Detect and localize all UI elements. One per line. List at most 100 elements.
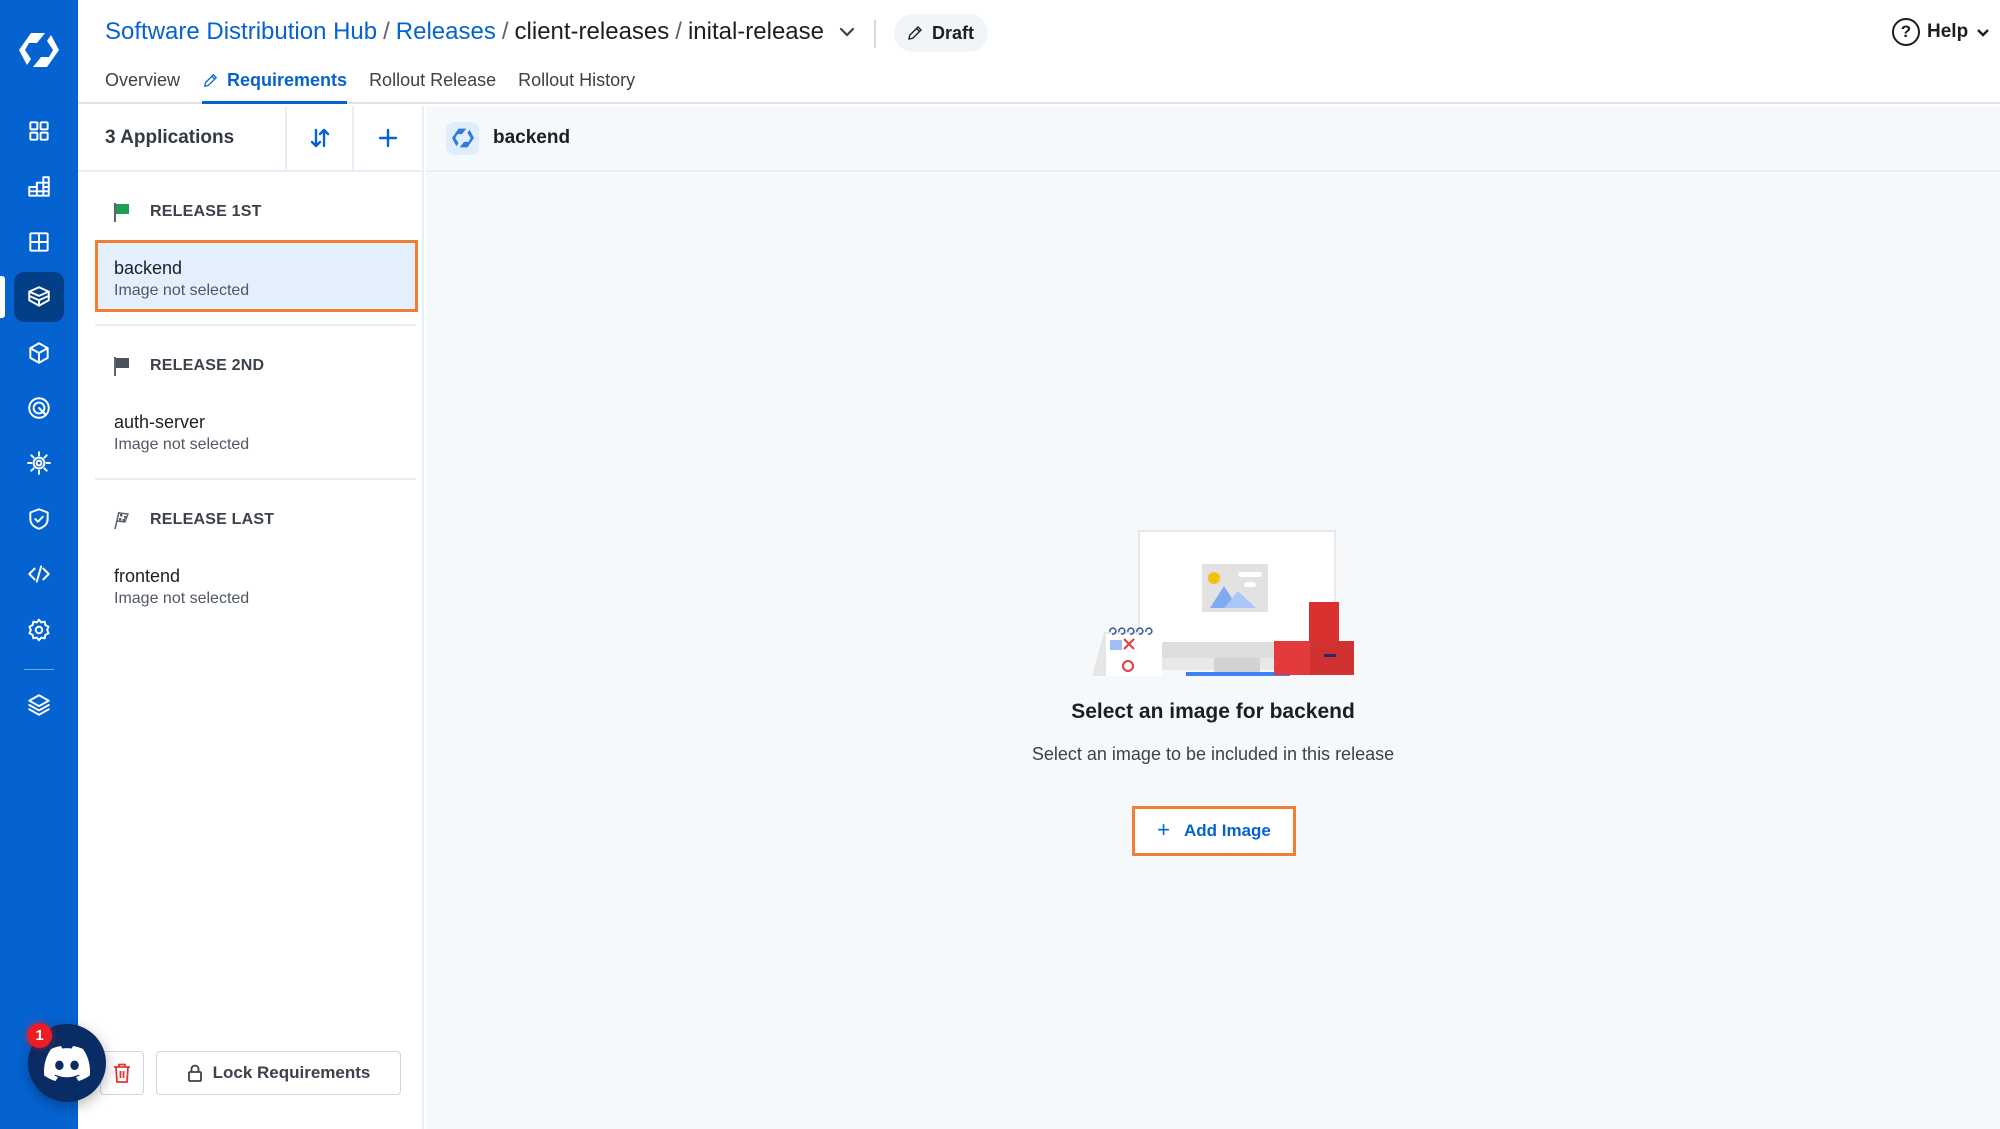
group-divider: [95, 478, 416, 480]
settings-cog-icon: [28, 618, 50, 642]
tab-overview[interactable]: Overview: [105, 64, 180, 104]
empty-state-illustration: [1092, 530, 1354, 676]
status-badge-label: Draft: [932, 22, 975, 43]
breadcrumb-separator: /: [501, 18, 509, 45]
active-nav-indicator: [0, 276, 5, 318]
page-header: Software Distribution Hub / Releases / c…: [78, 0, 2000, 104]
pencil-icon: [204, 73, 218, 87]
lock-icon: [187, 1064, 202, 1082]
header-divider: [874, 20, 876, 48]
group-header: RELEASE LAST: [78, 492, 422, 548]
checkered-flag-icon: [114, 511, 129, 530]
release-switcher-chevron-down-icon[interactable]: [838, 23, 856, 41]
main-content: backend Select an image for backend Sele…: [426, 106, 2000, 1129]
app-name: frontend: [114, 566, 181, 586]
bar-grid-icon: [28, 176, 50, 197]
sort-arrows-icon: [310, 128, 329, 148]
code-icon: [28, 565, 50, 583]
applications-count: 3 Applications: [78, 106, 287, 170]
tab-rollout-history-label: Rollout History: [518, 70, 636, 90]
sidebar-item-overview[interactable]: [14, 217, 64, 267]
tab-rollout-history[interactable]: Rollout History: [518, 64, 635, 104]
sidebar-divider: [24, 669, 54, 670]
help-circle-icon: ?: [1892, 18, 1920, 46]
layers-icon: [28, 694, 50, 716]
breadcrumb-software-distribution-hub[interactable]: Software Distribution Hub: [105, 18, 377, 46]
flag-green-icon: [114, 203, 129, 222]
tab-rollout-release-label: Rollout Release: [369, 70, 497, 90]
breadcrumb-client-releases: client-releases: [514, 18, 670, 45]
pencil-icon: [908, 26, 922, 40]
selected-app-header: backend: [426, 106, 2000, 172]
sidebar-item-targets[interactable]: [14, 383, 64, 433]
sun-gear-icon: [27, 451, 51, 475]
sort-button[interactable]: [287, 106, 355, 170]
release-group-last: RELEASE LAST frontend Image not selected: [78, 492, 422, 620]
discord-icon: [44, 1046, 90, 1081]
breadcrumb: Software Distribution Hub / Releases / c…: [105, 18, 856, 46]
sidebar-item-packages[interactable]: [14, 328, 64, 378]
empty-state-subtitle: Select an image to be included in this r…: [1031, 744, 1395, 764]
dashboard-grid-icon: [29, 121, 49, 141]
status-badge: Draft: [894, 14, 989, 52]
sidebar-nav: [0, 0, 78, 1129]
selected-app-title: backend: [493, 127, 571, 148]
breadcrumb-separator: /: [675, 18, 682, 45]
add-image-label: Add Image: [1183, 821, 1271, 840]
table-grid-icon: [29, 232, 49, 252]
app-logo-icon: [446, 121, 479, 155]
list-item-frontend[interactable]: frontend Image not selected: [95, 548, 418, 620]
sidebar-item-security[interactable]: [14, 494, 64, 544]
add-image-button[interactable]: + Add Image: [1132, 806, 1296, 856]
trash-icon: [114, 1063, 130, 1083]
group-header: RELEASE 2ND: [78, 338, 422, 394]
tab-requirements[interactable]: Requirements: [202, 64, 348, 104]
plus-icon: [379, 128, 398, 148]
tab-bar: Overview Requirements Rollout Release Ro…: [105, 64, 657, 104]
cube-icon: [29, 342, 49, 364]
sidebar-item-configuration[interactable]: [14, 605, 64, 655]
lock-requirements-button[interactable]: Lock Requirements: [156, 1051, 401, 1095]
sidebar-item-dashboard[interactable]: [14, 106, 64, 156]
help-label: Help: [1927, 21, 1969, 42]
list-item-auth-server[interactable]: auth-server Image not selected: [95, 394, 418, 466]
applications-footer: Lock Requirements: [78, 1039, 422, 1129]
group-divider: [95, 324, 416, 326]
app-name: auth-server: [114, 412, 206, 432]
tab-requirements-label: Requirements: [227, 70, 348, 90]
group-header: RELEASE 1ST: [78, 184, 422, 240]
flag-gray-icon: [114, 357, 129, 376]
breadcrumb-separator: /: [383, 18, 390, 45]
tab-overview-label: Overview: [105, 70, 181, 90]
app-name: backend: [114, 258, 183, 278]
brand-logo-icon[interactable]: [17, 30, 61, 70]
target-icon: [28, 397, 50, 419]
shield-check-icon: [29, 508, 49, 530]
applications-toolbar: 3 Applications: [78, 106, 422, 172]
lock-requirements-label: Lock Requirements: [212, 1063, 371, 1082]
sidebar-item-sun-settings[interactable]: [14, 438, 64, 488]
group-label: RELEASE 1ST: [150, 203, 262, 220]
list-item-backend[interactable]: backend Image not selected: [95, 240, 418, 312]
group-label: RELEASE 2ND: [150, 357, 265, 374]
release-group-1st: RELEASE 1ST backend Image not selected: [78, 184, 422, 326]
chevron-down-icon: [1977, 29, 1990, 37]
sidebar-item-layers[interactable]: [14, 680, 64, 730]
help-menu-button[interactable]: ? Help: [1892, 18, 1990, 46]
open-box-icon: [28, 286, 50, 307]
release-group-2nd: RELEASE 2ND auth-server Image not select…: [78, 338, 422, 480]
sidebar-item-releases[interactable]: [14, 272, 64, 322]
breadcrumb-current-release: inital-release: [687, 18, 825, 45]
tab-rollout-release[interactable]: Rollout Release: [369, 64, 496, 104]
applications-panel: 3 Applications RELEASE 1ST backend Image…: [78, 106, 424, 1129]
plus-icon: +: [1157, 816, 1170, 842]
app-status: Image not selected: [114, 590, 250, 607]
breadcrumb-releases[interactable]: Releases: [396, 18, 496, 46]
sidebar-item-developer[interactable]: [14, 549, 64, 599]
app-status: Image not selected: [114, 436, 250, 453]
add-application-button[interactable]: [354, 106, 422, 170]
delete-button[interactable]: [100, 1051, 144, 1095]
group-label: RELEASE LAST: [150, 511, 275, 528]
empty-state-title: Select an image for backend: [1071, 700, 1355, 723]
sidebar-item-analytics[interactable]: [14, 162, 64, 212]
